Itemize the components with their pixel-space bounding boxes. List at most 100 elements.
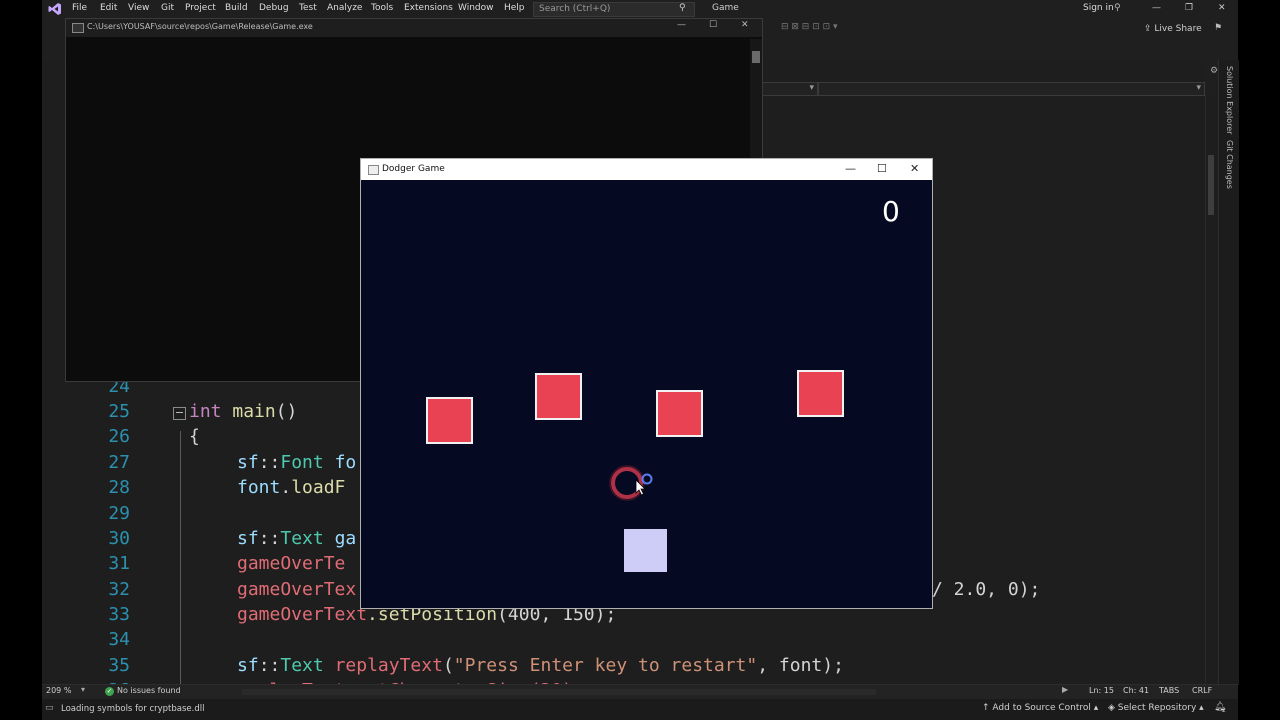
eol-indicator[interactable]: CRLF [1192,686,1212,695]
type-name: Font [280,452,324,473]
menu-debug[interactable]: Debug [259,3,289,13]
status-bar: ▭ Loading symbols for cryptbase.dll ↑ Ad… [42,699,1238,720]
sign-in-link[interactable]: Sign in [1083,3,1114,13]
live-share-label: Live Share [1154,24,1202,34]
repository-button[interactable]: ◈ Select Repository ▴ [1108,703,1204,713]
punctuation: . [280,477,292,498]
game-title: Dodger Game [382,164,445,174]
score-display: 0 [882,195,900,228]
menu-build[interactable]: Build [225,3,248,13]
console-maximize-icon[interactable]: ☐ [709,20,717,30]
console-titlebar[interactable]: C:\Users\YOUSAF\source\repos\Game\Releas… [66,19,762,37]
game-minimize-icon[interactable]: — [845,162,856,175]
feedback-icon[interactable]: ⚑ [1214,23,1222,33]
menu-test[interactable]: Test [299,3,317,13]
scope-operator: :: [258,528,281,549]
zoom-level[interactable]: 209 % [46,686,71,695]
menu-file[interactable]: File [72,3,87,13]
game-window[interactable]: Dodger Game — ☐ ✕ 0 [360,158,933,609]
line-number: 28 [108,477,130,498]
source-control-button[interactable]: ↑ Add to Source Control ▴ [982,703,1098,713]
output-icon: ▭ [45,703,54,713]
variable-name: fo [334,452,357,473]
console-close-icon[interactable]: ✕ [741,20,749,30]
horizontal-scrollbar[interactable] [242,689,876,695]
code-line-25: int main() [189,401,297,422]
scope-dropdown[interactable]: ▾ [818,82,1205,96]
account-icon[interactable]: ⚲ [1114,3,1121,13]
menu-tools[interactable]: Tools [371,3,393,13]
restore-icon[interactable]: ❐ [1185,3,1193,13]
menu-analyze[interactable]: Analyze [327,3,362,13]
type-name: Text [280,655,324,676]
game-app-icon [368,165,379,175]
editor-status-strip: 209 % ▾ ✓ No issues found ▶ Ln: 15 Ch: 4… [42,684,1238,699]
solution-explorer-tab[interactable]: Solution Explorer [1225,66,1234,134]
game-close-icon[interactable]: ✕ [910,162,919,175]
collapse-icon[interactable]: − [173,407,186,420]
search-icon[interactable]: ⚲ [679,3,686,13]
method-name: loadF [291,477,346,498]
line-number: 27 [108,452,130,473]
function-name: main [232,401,276,422]
object-name: font [237,477,281,498]
search-placeholder: Search (Ctrl+Q) [539,4,611,14]
enemy-block [656,390,703,437]
letterbox-right [1238,0,1280,720]
namespace: sf [237,655,259,676]
column-indicator[interactable]: Ch: 41 [1123,686,1149,695]
enemy-block [426,397,473,444]
type-name: Text [280,528,324,549]
search-box[interactable]: Search (Ctrl+Q) ⚲ [533,2,695,17]
variable-name: replayText [334,655,443,676]
enemy-block [797,370,844,417]
line-indicator[interactable]: Ln: 15 [1089,686,1114,695]
notification-count: 2 [1222,707,1226,714]
menu-project[interactable]: Project [185,3,216,13]
code-line-27: sf::Font fo [237,452,356,473]
zoom-dropdown-icon[interactable]: ▾ [81,685,85,694]
console-title: C:\Users\YOUSAF\source\repos\Game\Releas… [87,22,313,31]
editor-scrollbar[interactable] [1205,95,1216,683]
menu-window[interactable]: Window [458,3,494,13]
variable-name: ga [334,528,357,549]
code-line-30: sf::Text ga [237,528,356,549]
issues-status[interactable]: No issues found [117,686,181,695]
console-app-icon [72,23,84,33]
punctuation: ( [442,655,454,676]
code-line-35: sf::Text replayText("Press Enter key to … [237,655,844,676]
editor-scroll-thumb[interactable] [1208,155,1214,215]
game-titlebar[interactable]: Dodger Game — ☐ ✕ [361,159,932,180]
live-share-button[interactable]: ⇪ Live Share [1144,24,1202,34]
outline-guide [180,431,181,685]
scroll-right-icon[interactable]: ▶ [1062,685,1068,694]
line-number: 29 [108,503,130,524]
console-scroll-thumb[interactable] [752,51,760,63]
member-dropdown[interactable]: ▾ [762,82,818,96]
menu-help[interactable]: Help [504,3,525,13]
close-icon[interactable]: ✕ [1218,3,1226,13]
git-changes-tab[interactable]: Git Changes [1225,140,1234,189]
console-minimize-icon[interactable]: — [677,20,686,30]
menu-extensions[interactable]: Extensions [404,3,453,13]
line-number: 26 [108,426,130,447]
toolbar-icons[interactable]: ⊟ ⊠ ⊟ ⊡ ⊡ ▾ [781,22,838,32]
enemy-block [535,373,582,420]
scope-operator: :: [258,452,281,473]
scope-dropdown-arrow-icon: ▾ [1196,83,1201,93]
settings-gear-icon[interactable]: ⚙ [1210,66,1218,76]
minimize-icon[interactable]: — [1152,3,1161,13]
letterbox-left [0,0,42,720]
member-dropdown-arrow-icon: ▾ [809,83,814,93]
namespace: sf [237,452,259,473]
menu-edit[interactable]: Edit [100,3,117,13]
game-maximize-icon[interactable]: ☐ [877,162,887,175]
code-line-32: gameOverTex [237,579,357,600]
scope-operator: :: [258,655,281,676]
menu-git[interactable]: Git [161,3,174,13]
indent-indicator[interactable]: TABS [1159,686,1179,695]
menu-view[interactable]: View [128,3,149,13]
keyword: int [189,401,222,422]
side-panel-rail: Solution Explorer Git Changes [1218,60,1239,685]
punctuation: , font); [757,655,844,676]
